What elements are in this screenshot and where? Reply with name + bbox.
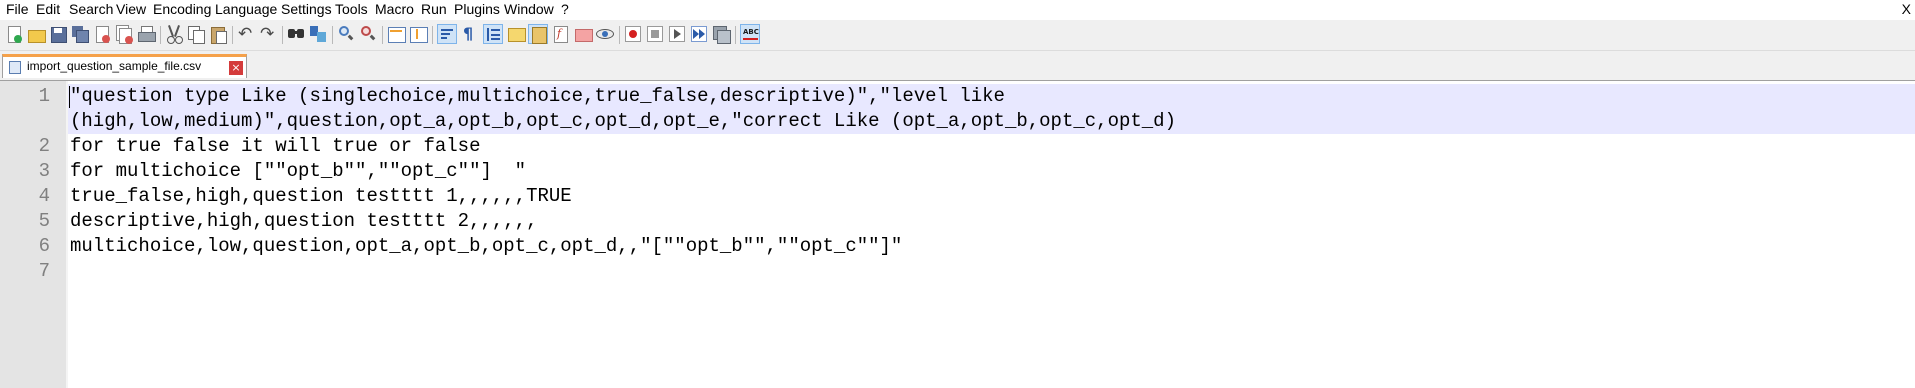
save-all-icon[interactable]	[70, 24, 90, 44]
menu-bar: File Edit Search View Encoding Language …	[0, 0, 1915, 20]
menu-view[interactable]: View	[116, 1, 146, 17]
line-number: 6	[38, 235, 50, 257]
sync-horizontal-icon[interactable]	[408, 24, 428, 44]
line-number: 2	[38, 135, 50, 157]
close-all-icon[interactable]	[114, 24, 134, 44]
tab-close-icon[interactable]: ×	[229, 61, 243, 75]
save-icon[interactable]	[48, 24, 68, 44]
find-icon[interactable]	[286, 24, 306, 44]
code-line[interactable]: multichoice,low,question,opt_a,opt_b,opt…	[70, 234, 902, 259]
line-number: 1	[38, 85, 50, 107]
open-file-icon[interactable]	[26, 24, 46, 44]
save-macro-icon[interactable]	[711, 24, 731, 44]
editor[interactable]: 1 2 3 4 5 6 7 "question type Like (singl…	[0, 81, 1915, 388]
print-icon[interactable]	[136, 24, 156, 44]
folder-workspace-icon[interactable]	[573, 24, 593, 44]
line-number: 4	[38, 185, 50, 207]
cut-icon[interactable]	[164, 24, 184, 44]
code-line[interactable]: descriptive,high,question testttt 2,,,,,…	[70, 209, 537, 234]
close-window-button[interactable]: X	[1902, 1, 1911, 17]
document-map-icon[interactable]	[528, 24, 548, 44]
line-number: 5	[38, 210, 50, 232]
stop-record-icon[interactable]	[645, 24, 665, 44]
menu-settings[interactable]: Settings	[281, 1, 332, 17]
menu-window[interactable]: Window	[504, 1, 554, 17]
undo-icon[interactable]: ↶	[236, 24, 256, 44]
menu-encoding[interactable]: Encoding	[153, 1, 211, 17]
tab-label: import_question_sample_file.csv	[27, 59, 202, 73]
text-caret	[69, 86, 70, 108]
copy-icon[interactable]	[186, 24, 206, 44]
show-all-chars-icon[interactable]: ¶	[459, 24, 479, 44]
run-macro-multiple-icon[interactable]	[689, 24, 709, 44]
indent-guide-icon[interactable]	[483, 24, 503, 44]
record-macro-icon[interactable]	[623, 24, 643, 44]
toolbar: ↶ ↷ ¶ f ABC	[0, 20, 1915, 51]
monitoring-icon[interactable]	[595, 24, 615, 44]
menu-run[interactable]: Run	[421, 1, 447, 17]
line-number: 7	[38, 260, 50, 282]
function-list-icon[interactable]: f	[551, 24, 571, 44]
menu-search[interactable]: Search	[69, 1, 113, 17]
spell-check-icon[interactable]: ABC	[740, 24, 760, 44]
word-wrap-icon[interactable]	[437, 24, 457, 44]
close-icon[interactable]	[92, 24, 112, 44]
line-number: 3	[38, 160, 50, 182]
replace-icon[interactable]	[308, 24, 328, 44]
play-macro-icon[interactable]	[667, 24, 687, 44]
menu-tools[interactable]: Tools	[335, 1, 368, 17]
code-line[interactable]: for multichoice [""opt_b"",""opt_c""] "	[70, 159, 526, 184]
editor-margin	[66, 81, 68, 388]
zoom-out-icon[interactable]	[358, 24, 378, 44]
sync-vertical-icon[interactable]	[386, 24, 406, 44]
paste-icon[interactable]	[208, 24, 228, 44]
tab-strip: import_question_sample_file.csv ×	[0, 51, 1915, 81]
menu-file[interactable]: File	[6, 1, 29, 17]
menu-plugins[interactable]: Plugins	[454, 1, 500, 17]
code-line[interactable]: "question type Like (singlechoice,multic…	[70, 84, 1005, 109]
code-line-wrapped[interactable]: (high,low,medium)",question,opt_a,opt_b,…	[70, 109, 1176, 134]
menu-edit[interactable]: Edit	[36, 1, 60, 17]
code-line[interactable]: for true false it will true or false	[70, 134, 480, 159]
document-icon	[9, 61, 21, 74]
redo-icon[interactable]: ↷	[258, 24, 278, 44]
user-language-icon[interactable]	[506, 24, 526, 44]
menu-language[interactable]: Language	[215, 1, 277, 17]
menu-help[interactable]: ?	[561, 1, 569, 17]
menu-macro[interactable]: Macro	[375, 1, 414, 17]
code-line[interactable]: true_false,high,question testttt 1,,,,,,…	[70, 184, 572, 209]
zoom-in-icon[interactable]	[336, 24, 356, 44]
new-file-icon[interactable]	[4, 24, 24, 44]
tab-import-question-sample-file[interactable]: import_question_sample_file.csv ×	[2, 54, 247, 78]
